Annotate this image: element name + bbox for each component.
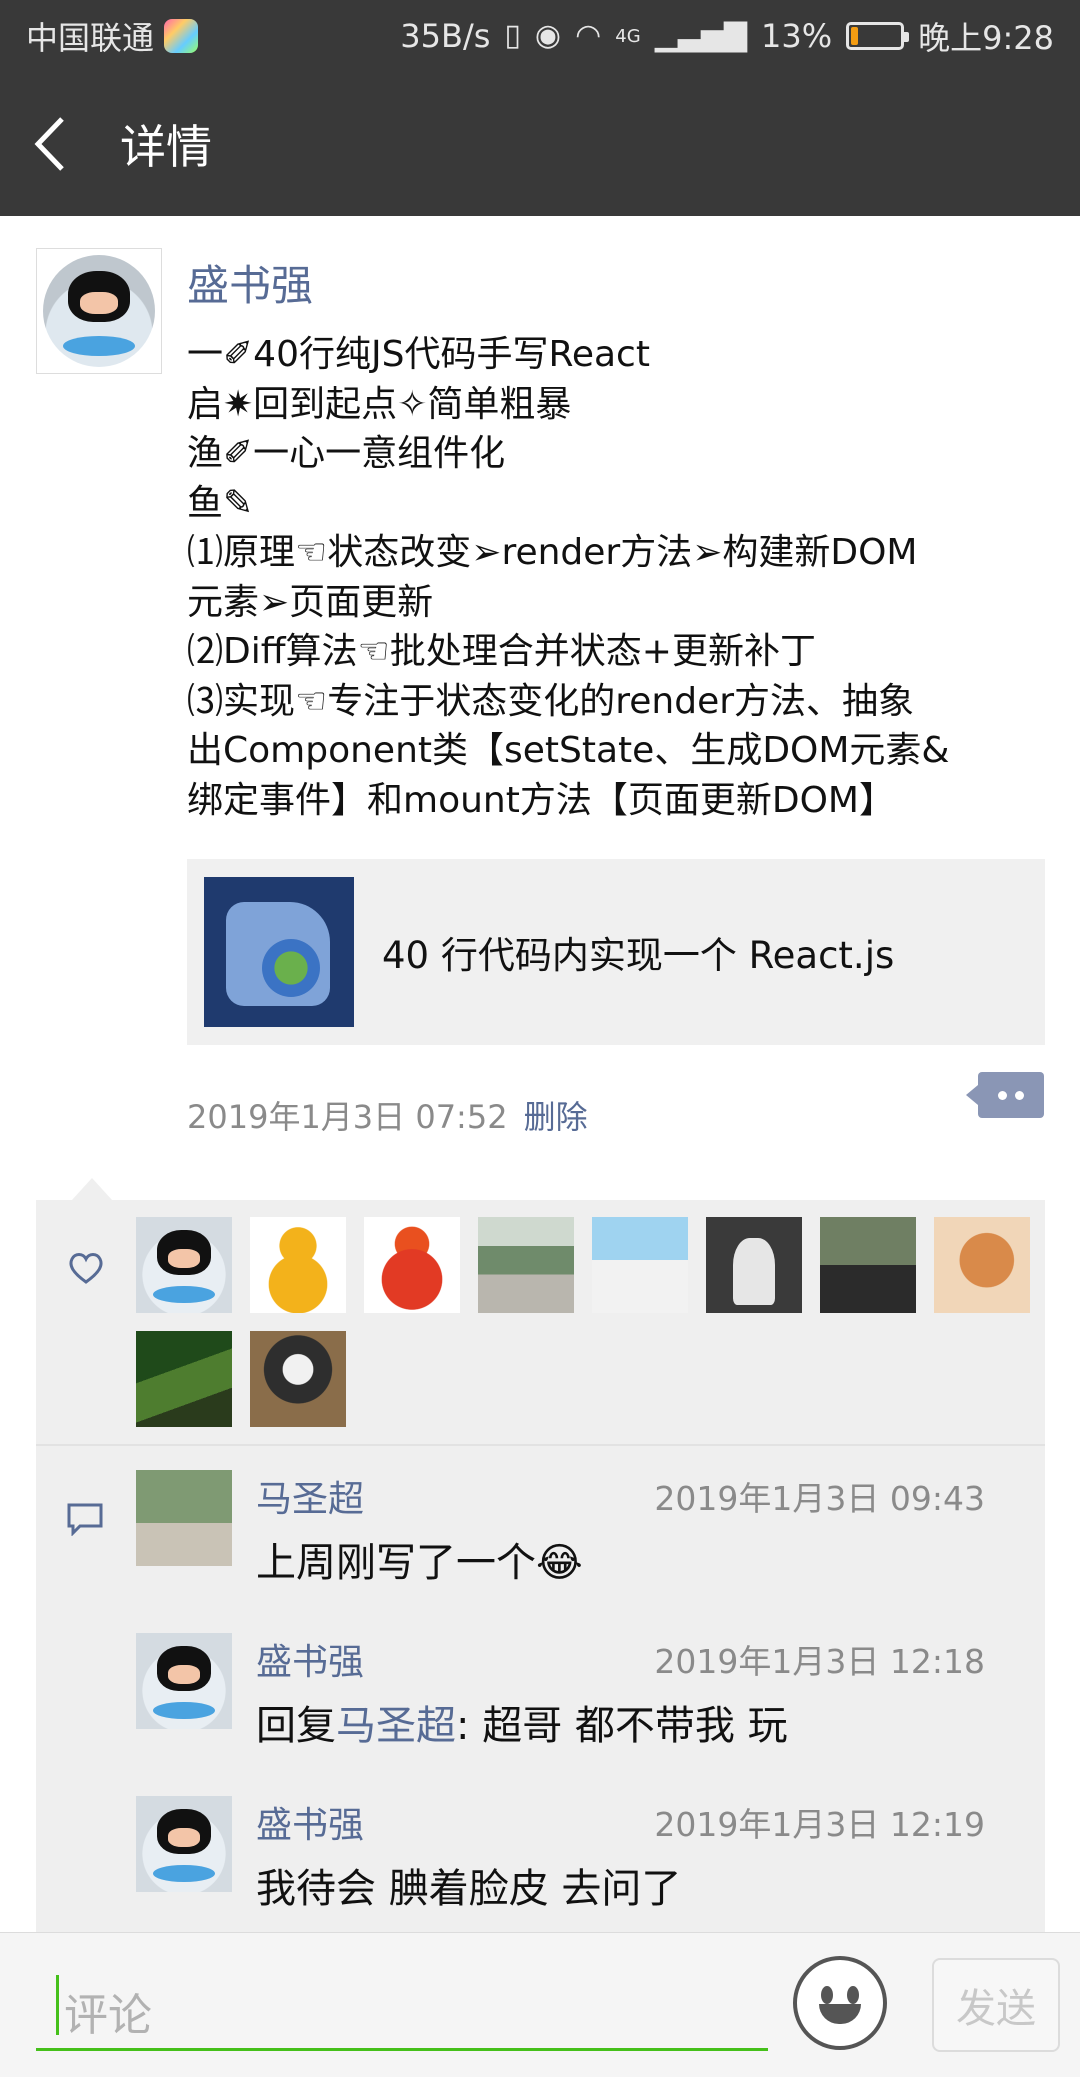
emoji-eye — [821, 1986, 833, 2004]
comment-item[interactable]: 盛书强 2019年1月3日 12:18 回复马圣超: 超哥 都不带我 玩 — [36, 1633, 1045, 1796]
post-line: 元素➢页面更新 — [187, 581, 434, 623]
like-avatar[interactable] — [250, 1217, 346, 1313]
commenter-name[interactable]: 马圣超 — [256, 1470, 364, 1522]
comment-input-bar: 评论 发送 — [0, 1932, 1080, 2077]
post-line: ⑶实现☜专注于状态变化的render方法、抽象 — [187, 680, 915, 722]
app-notification-icon — [164, 19, 199, 53]
battery-percent: 13% — [761, 17, 833, 55]
post-line: ⑴原理☜状态改变➢render方法➢构建新DOM — [187, 532, 918, 573]
more-actions-button[interactable] — [966, 1072, 1044, 1118]
carrier-label: 中国联通 — [26, 19, 155, 57]
link-thumbnail — [204, 877, 354, 1027]
post-line: ⑵Diff算法☜批处理合并状态+更新补丁 — [187, 631, 816, 672]
comment-text: 上周刚写了一个😂 — [256, 1540, 583, 1586]
post-line: 一✐40行纯JS代码手写React — [187, 334, 650, 375]
emoji-button[interactable] — [793, 1956, 887, 2050]
comment-time: 2019年1月3日 12:19 — [654, 1805, 985, 1844]
like-avatar-list — [136, 1217, 1036, 1427]
heart-icon — [69, 1253, 103, 1284]
eye-icon: ◉ — [534, 18, 562, 53]
interaction-panel: 马圣超 2019年1月3日 09:43 上周刚写了一个😂 盛书强 2019年1月… — [36, 1178, 1045, 1979]
dot-icon — [1015, 1090, 1024, 1100]
like-avatar[interactable] — [136, 1217, 232, 1313]
link-title: 40 行代码内实现一个 React.js — [382, 934, 895, 977]
title-bar: 详情 — [0, 72, 1080, 216]
comment-text: 我待会 腆着脸皮 去问了 — [256, 1866, 682, 1912]
comment-input[interactable]: 评论 — [36, 1959, 768, 2051]
like-avatar[interactable] — [250, 1331, 346, 1427]
post-text: 一✐40行纯JS代码手写React 启✷回到起点✧简单粗暴 渔✐一心一意组件化 … — [187, 330, 1047, 825]
delete-link[interactable]: 删除 — [524, 1092, 588, 1138]
commenter-avatar[interactable] — [136, 1633, 232, 1729]
status-bar: 中国联通 35B/s ▯ ◉ ◠ 4G ▁▃▅▇ 13% 晚上9:28 — [0, 0, 1080, 72]
like-avatar[interactable] — [706, 1217, 802, 1313]
send-button[interactable]: 发送 — [932, 1958, 1060, 2052]
battery-icon — [846, 22, 910, 50]
like-avatar[interactable] — [136, 1331, 232, 1427]
page-title: 详情 — [120, 120, 212, 174]
reply-mention[interactable]: 马圣超 — [336, 1703, 456, 1749]
reply-body: : 超哥 都不带我 玩 — [456, 1703, 788, 1749]
octocat-avatar-image — [43, 255, 155, 367]
likes-section — [36, 1200, 1045, 1446]
clock: 晚上9:28 — [918, 19, 1054, 57]
like-avatar[interactable] — [592, 1217, 688, 1313]
post-line: 鱼✎ — [187, 482, 254, 524]
commenter-avatar[interactable] — [136, 1470, 232, 1566]
comment-placeholder: 评论 — [64, 1990, 152, 2041]
globe-icon — [262, 939, 320, 997]
post-meta: 2019年1月3日 07:52 删除 — [187, 1092, 588, 1138]
post-timestamp: 2019年1月3日 07:52 — [187, 1098, 508, 1136]
like-avatar[interactable] — [820, 1217, 916, 1313]
post-line: 启✷回到起点✧简单粗暴 — [187, 383, 572, 425]
signal-icon: ▁▃▅▇ — [654, 18, 747, 53]
comment-time: 2019年1月3日 09:43 — [654, 1479, 985, 1518]
like-avatar[interactable] — [364, 1217, 460, 1313]
vibrate-icon: ▯ — [504, 18, 521, 53]
comment-text: 回复马圣超: 超哥 都不带我 玩 — [256, 1693, 788, 1751]
wifi-icon: ◠ — [575, 18, 602, 53]
back-arrow-icon — [34, 117, 64, 171]
comment-time: 2019年1月3日 12:18 — [654, 1642, 985, 1681]
author-name[interactable]: 盛书强 — [187, 252, 313, 313]
commenter-name[interactable]: 盛书强 — [256, 1796, 364, 1848]
comment-item[interactable]: 马圣超 2019年1月3日 09:43 上周刚写了一个😂 — [36, 1470, 1045, 1633]
author-avatar[interactable] — [36, 248, 162, 374]
emoji-eye — [847, 1986, 859, 2004]
shared-link-card[interactable]: 40 行代码内实现一个 React.js — [187, 859, 1045, 1045]
post-line: 渔✐一心一意组件化 — [187, 433, 506, 474]
post-line: 绑定事件】和mount方法【页面更新DOM】 — [187, 779, 895, 821]
like-avatar[interactable] — [934, 1217, 1030, 1313]
like-avatar[interactable] — [478, 1217, 574, 1313]
back-button[interactable] — [0, 72, 100, 216]
dot-icon — [998, 1090, 1007, 1100]
post-line: 出Component类【setState、生成DOM元素& — [187, 730, 950, 771]
text-cursor — [56, 1975, 59, 2035]
panel-arrow — [72, 1178, 112, 1200]
network-speed: 35B/s — [400, 17, 491, 55]
commenter-name[interactable]: 盛书强 — [256, 1633, 364, 1685]
commenter-avatar[interactable] — [136, 1796, 232, 1892]
comments-section: 马圣超 2019年1月3日 09:43 上周刚写了一个😂 盛书强 2019年1月… — [36, 1446, 1045, 1979]
emoji-mouth — [819, 2004, 861, 2024]
network-type: 4G — [615, 25, 641, 47]
reply-prefix: 回复 — [256, 1703, 336, 1749]
